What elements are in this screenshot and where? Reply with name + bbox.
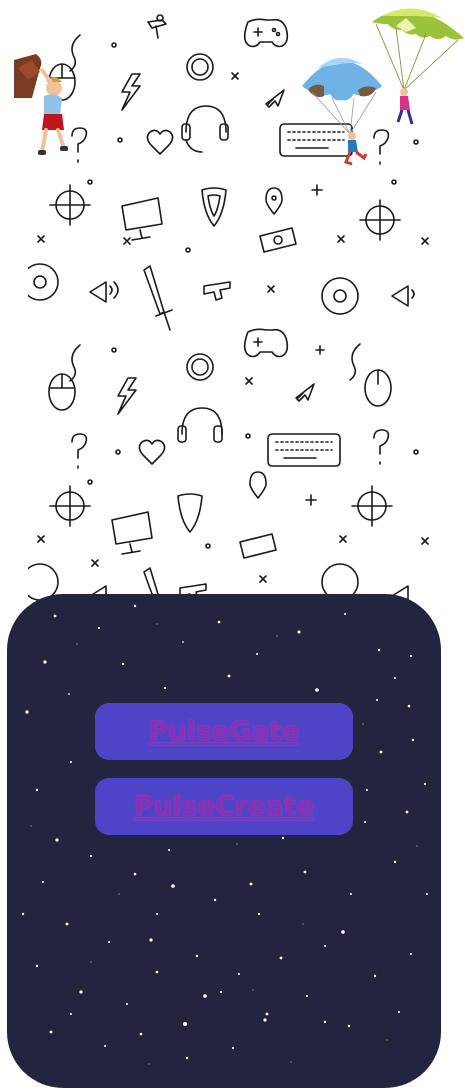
wheel-doodle-icon bbox=[28, 263, 59, 301]
money-doodle-icon bbox=[259, 227, 297, 253]
heart-doodle-icon bbox=[146, 129, 174, 155]
monitor-doodle-icon bbox=[121, 197, 163, 241]
green-parachute-illustration bbox=[366, 2, 465, 132]
crosshair-doodle-icon-2 bbox=[359, 199, 401, 241]
starry-panel: PulseGate PulseCreate bbox=[7, 594, 441, 1088]
lightning-doodle-icon bbox=[121, 73, 141, 111]
climber-illustration bbox=[14, 40, 84, 170]
sword-doodle-icon bbox=[143, 265, 173, 331]
gun-doodle-icon bbox=[203, 281, 231, 301]
shield-doodle-icon bbox=[201, 187, 227, 227]
coin-doodle-icon bbox=[186, 53, 214, 81]
pulsecreate-link[interactable]: PulseCreate bbox=[95, 778, 353, 835]
crosshair-doodle-icon bbox=[49, 184, 91, 226]
pulsegate-link-label[interactable]: PulseGate bbox=[148, 716, 300, 747]
cursor-doodle-icon bbox=[265, 89, 285, 108]
pulsecreate-link-label[interactable]: PulseCreate bbox=[134, 791, 315, 822]
wheel-doodle-icon-2 bbox=[321, 277, 359, 315]
speaker-doodle-icon bbox=[89, 281, 119, 303]
page: PulseGate PulseCreate bbox=[0, 0, 465, 1090]
joystick-doodle-icon bbox=[147, 14, 167, 39]
pulsegate-link[interactable]: PulseGate bbox=[95, 703, 353, 760]
star-field bbox=[21, 604, 428, 1065]
gamepad-doodle-icon bbox=[243, 18, 289, 48]
pin-doodle-icon bbox=[265, 187, 283, 215]
headset-doodle-icon bbox=[181, 105, 229, 153]
